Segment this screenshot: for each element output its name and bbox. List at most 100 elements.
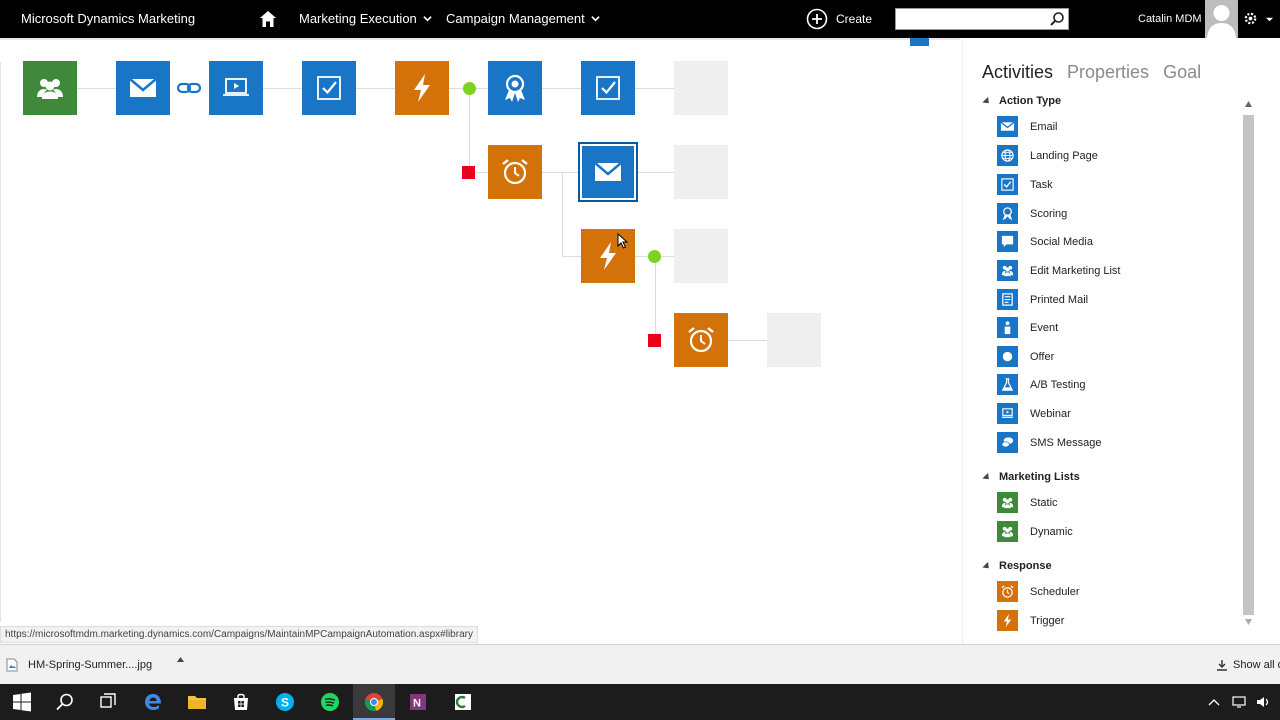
task-check-icon — [997, 174, 1018, 195]
task-tile[interactable] — [302, 61, 356, 115]
camtasia-icon[interactable] — [453, 692, 473, 712]
canvas-toolbar-button[interactable] — [910, 38, 929, 46]
volume-icon[interactable] — [1256, 696, 1270, 708]
activity-social-media[interactable]: Social Media — [997, 231, 1093, 252]
skype-icon[interactable]: S — [275, 692, 295, 712]
activity-scoring[interactable]: Scoring — [997, 203, 1067, 224]
activity-printed-mail[interactable]: Printed Mail — [997, 289, 1088, 310]
activity-trigger[interactable]: Trigger — [997, 610, 1064, 631]
empty-drop-slot[interactable] — [767, 313, 821, 367]
activity-event[interactable]: Event — [997, 317, 1058, 338]
empty-drop-slot[interactable] — [674, 145, 728, 199]
activity-label: Email — [1030, 120, 1058, 133]
email-tile-selected[interactable] — [578, 142, 638, 202]
activity-offer[interactable]: Offer — [997, 346, 1054, 367]
section-title: Action Type — [999, 95, 1062, 107]
globe-icon — [997, 145, 1018, 166]
activity-task[interactable]: Task — [997, 174, 1053, 195]
activity-label: Scheduler — [1030, 585, 1080, 598]
collapse-triangle-icon — [982, 472, 992, 482]
link-chain-icon[interactable] — [177, 81, 201, 95]
activity-email[interactable]: Email — [997, 116, 1058, 137]
search-input[interactable] — [895, 8, 1069, 30]
activity-landing-page[interactable]: Landing Page — [997, 145, 1098, 166]
trigger-tile[interactable] — [395, 61, 449, 115]
activity-ab-testing[interactable]: A/B Testing — [997, 374, 1085, 395]
tray-chevron-up-icon[interactable] — [1208, 698, 1220, 706]
empty-drop-slot[interactable] — [674, 229, 728, 283]
connector-line — [542, 172, 580, 173]
svg-text:S: S — [281, 696, 289, 710]
chevron-down-icon[interactable] — [1265, 15, 1274, 24]
lightning-icon — [414, 74, 430, 102]
true-connector-dot[interactable] — [463, 82, 476, 95]
chat-bubbles-icon — [997, 432, 1018, 453]
section-title: Response — [999, 560, 1052, 572]
chevron-up-icon[interactable] — [177, 657, 184, 662]
brand-title[interactable]: Microsoft Dynamics Marketing — [21, 11, 195, 26]
connector-line — [356, 88, 396, 89]
create-button[interactable]: Create — [806, 8, 872, 30]
section-marketing-lists[interactable]: Marketing Lists — [982, 471, 1080, 483]
scheduler-tile[interactable] — [488, 145, 542, 199]
activity-dynamic-list[interactable]: Dynamic — [997, 521, 1073, 542]
marketing-list-tile[interactable] — [23, 61, 77, 115]
edge-browser-icon[interactable] — [143, 692, 163, 712]
search-icon[interactable] — [1049, 11, 1065, 27]
nav-campaign-management[interactable]: Campaign Management — [446, 11, 600, 26]
section-response[interactable]: Response — [982, 560, 1052, 572]
file-explorer-icon[interactable] — [187, 692, 207, 712]
activity-webinar[interactable]: Webinar — [997, 403, 1071, 424]
activity-label: A/B Testing — [1030, 378, 1086, 391]
connector-line — [638, 172, 675, 173]
activity-label: Dynamic — [1030, 525, 1073, 538]
scroll-down-arrow-icon[interactable] — [1245, 619, 1252, 625]
gear-icon[interactable] — [1243, 11, 1258, 26]
store-icon[interactable] — [231, 692, 251, 712]
spotify-icon[interactable] — [320, 692, 340, 712]
nav-marketing-execution-label: Marketing Execution — [299, 11, 417, 26]
section-action-type[interactable]: Action Type — [982, 95, 1062, 107]
false-connector-square[interactable] — [462, 166, 475, 179]
chrome-icon[interactable] — [364, 692, 384, 712]
avatar[interactable] — [1205, 0, 1238, 38]
collapse-triangle-icon — [982, 96, 992, 106]
windows-start-icon[interactable] — [12, 692, 32, 712]
home-icon[interactable] — [259, 10, 277, 28]
scoring-tile[interactable] — [488, 61, 542, 115]
task-view-icon[interactable] — [98, 692, 118, 712]
connector-line — [562, 256, 582, 257]
activity-scheduler[interactable]: Scheduler — [997, 581, 1080, 602]
activity-label: Landing Page — [1030, 149, 1098, 162]
tab-properties[interactable]: Properties — [1067, 62, 1149, 83]
true-connector-dot[interactable] — [648, 250, 661, 263]
onenote-icon[interactable]: N — [408, 692, 428, 712]
network-icon[interactable] — [1232, 696, 1246, 708]
task-tile[interactable] — [581, 61, 635, 115]
canvas-left-border — [0, 62, 1, 622]
webinar-tile[interactable] — [209, 61, 263, 115]
svg-text:N: N — [413, 698, 421, 710]
activity-label: Offer — [1030, 350, 1055, 363]
email-tile[interactable] — [116, 61, 170, 115]
flask-icon — [997, 374, 1018, 395]
download-item[interactable]: HM-Spring-Summer....jpg — [6, 653, 186, 677]
show-all-downloads-link[interactable]: Show all d — [1216, 659, 1280, 671]
panel-scrollbar-thumb[interactable] — [1243, 115, 1254, 615]
user-name[interactable]: Catalin MDM — [1138, 13, 1202, 25]
activity-edit-marketing-list[interactable]: Edit Marketing List — [997, 260, 1120, 281]
activity-label: Edit Marketing List — [1030, 264, 1121, 277]
activity-static-list[interactable]: Static — [997, 492, 1058, 513]
scroll-up-arrow-icon[interactable] — [1245, 101, 1252, 107]
tab-goal[interactable]: Goal — [1163, 62, 1201, 83]
false-connector-square[interactable] — [648, 334, 661, 347]
tab-activities[interactable]: Activities — [982, 62, 1053, 83]
canvas-top-border — [0, 38, 960, 40]
search-icon[interactable] — [55, 692, 75, 712]
scheduler-tile[interactable] — [674, 313, 728, 367]
nav-marketing-execution[interactable]: Marketing Execution — [299, 11, 432, 26]
empty-drop-slot[interactable] — [674, 61, 728, 115]
activity-label: Webinar — [1030, 407, 1071, 420]
downloads-bar: HM-Spring-Summer....jpg Show all d — [0, 644, 1280, 684]
activity-sms-message[interactable]: SMS Message — [997, 432, 1102, 453]
